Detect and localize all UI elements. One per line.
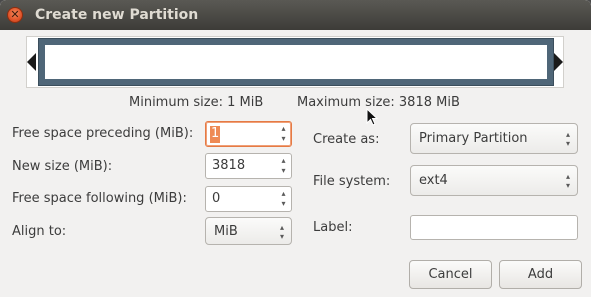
resize-left-handle-icon[interactable] [27,53,36,71]
new-size-spinbox[interactable]: 3818 ▴ ▾ [205,153,292,179]
minimum-size-label: Minimum size: 1 MiB [129,95,264,110]
free-following-spinbox[interactable]: 0 ▴ ▾ [205,186,292,212]
partition-label-label: Label: [313,220,353,235]
dialog-title: Create new Partition [35,7,199,23]
new-size-label: New size (MiB): [12,159,113,174]
spin-arrows-icon[interactable]: ▴ ▾ [276,154,291,178]
free-preceding-label: Free space preceding (MiB): [12,126,194,141]
free-preceding-value[interactable]: 1 [210,126,221,143]
partition-label-input[interactable] [410,215,578,240]
title-bar[interactable]: ✕ Create new Partition [0,0,591,30]
dialog-content: Minimum size: 1 MiB Maximum size: 3818 M… [0,30,591,297]
align-to-value: MiB [214,224,238,239]
partition-size-visualizer[interactable] [26,36,564,88]
free-following-label: Free space following (MiB): [12,191,187,206]
combo-arrows-icon: ▴ ▾ [279,223,284,241]
file-system-value: ext4 [419,173,448,188]
free-following-value[interactable]: 0 [212,191,220,206]
align-to-combobox[interactable]: MiB ▴ ▾ [205,217,292,245]
resize-right-handle-icon[interactable] [554,53,563,71]
partition-bar-fill [45,45,547,79]
close-icon[interactable]: ✕ [7,7,23,23]
free-preceding-spinbox[interactable]: 1 ▴ ▾ [205,121,292,147]
create-partition-dialog: ✕ Create new Partition Minimum size: 1 M… [0,0,591,297]
file-system-combobox[interactable]: ext4 ▴ ▾ [410,165,578,196]
cancel-button[interactable]: Cancel [409,260,492,289]
new-size-value[interactable]: 3818 [212,158,245,173]
create-as-label: Create as: [313,132,380,147]
combo-arrows-icon: ▴ ▾ [565,130,570,148]
create-as-combobox[interactable]: Primary Partition ▴ ▾ [410,123,578,154]
align-to-label: Align to: [12,224,67,239]
add-button[interactable]: Add [499,260,582,289]
mouse-cursor-icon [366,108,378,126]
create-as-value: Primary Partition [419,131,528,146]
partition-bar[interactable] [38,38,554,86]
maximum-size-label: Maximum size: 3818 MiB [297,95,460,110]
spin-arrows-icon[interactable]: ▴ ▾ [276,122,291,146]
combo-arrows-icon: ▴ ▾ [565,172,570,190]
spin-arrows-icon[interactable]: ▴ ▾ [276,187,291,211]
file-system-label: File system: [313,174,391,189]
